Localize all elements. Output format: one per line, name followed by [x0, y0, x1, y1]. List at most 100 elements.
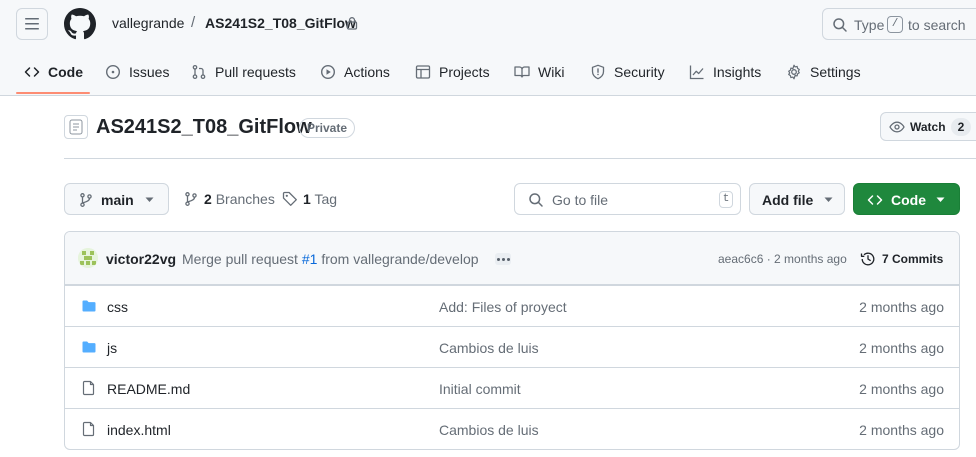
- tab-label: Security: [614, 64, 665, 80]
- commit-author[interactable]: victor22vg: [106, 251, 176, 267]
- tab-settings[interactable]: Settings: [786, 60, 861, 84]
- breadcrumb-separator: /: [191, 14, 196, 31]
- branch-icon: [185, 192, 197, 206]
- file-icon: [81, 421, 97, 437]
- search-hint-before: Type: [854, 17, 885, 33]
- commit-details-toggle[interactable]: [495, 253, 511, 265]
- branches-label: Branches: [215, 191, 275, 207]
- file-commit-message[interactable]: Initial commit: [439, 381, 521, 397]
- tab-projects[interactable]: Projects: [415, 60, 490, 84]
- breadcrumb-owner[interactable]: vallegrande: [112, 15, 184, 31]
- tab-label: Wiki: [538, 64, 565, 80]
- watch-label: Watch: [910, 120, 946, 134]
- table-icon: [415, 65, 431, 79]
- global-search-input[interactable]: Type / to search: [822, 8, 976, 40]
- tab-insights[interactable]: Insights: [689, 60, 761, 84]
- add-file-label: Add file: [762, 192, 814, 208]
- tab-label: Code: [48, 64, 83, 80]
- code-button[interactable]: Code: [853, 183, 960, 215]
- commits-link[interactable]: 7 Commits: [860, 251, 943, 267]
- tab-code[interactable]: Code: [24, 60, 83, 84]
- avatar[interactable]: [78, 248, 98, 268]
- chevron-down-icon: [145, 197, 154, 203]
- watch-count: 2: [951, 118, 971, 136]
- file-row[interactable]: js Cambios de luis 2 months ago: [65, 326, 959, 367]
- file-age: 2 months ago: [859, 299, 944, 315]
- code-icon: [24, 67, 40, 77]
- file-commit-message[interactable]: Cambios de luis: [439, 340, 539, 356]
- visibility-badge: Private: [299, 118, 356, 138]
- file-row[interactable]: index.html Cambios de luis 2 months ago: [65, 408, 959, 449]
- file-name[interactable]: index.html: [107, 422, 171, 438]
- latest-commit-bar: victor22vg Merge pull request #1 from va…: [65, 232, 959, 285]
- tab-label: Pull requests: [215, 64, 296, 80]
- repo-avatar: [64, 115, 88, 139]
- tab-label: Projects: [439, 64, 490, 80]
- file-row[interactable]: README.md Initial commit 2 months ago: [65, 367, 959, 408]
- tab-wiki[interactable]: Wiki: [514, 60, 564, 84]
- breadcrumb-repo[interactable]: AS241S2_T08_GitFlow: [205, 15, 356, 31]
- tab-label: Settings: [810, 64, 861, 80]
- eye-icon: [889, 119, 905, 135]
- tab-pull-requests[interactable]: Pull requests: [191, 60, 296, 84]
- menu-button[interactable]: [16, 8, 48, 40]
- commits-count-label: 7 Commits: [882, 252, 944, 266]
- tags-link[interactable]: 1 Tag: [282, 191, 337, 207]
- issue-icon: [105, 64, 121, 80]
- branches-count: 2: [204, 191, 212, 207]
- watch-button[interactable]: Watch 2: [880, 112, 976, 141]
- shield-icon: [591, 64, 605, 80]
- go-to-file-shortcut: t: [719, 191, 733, 208]
- file-row[interactable]: css Add: Files of proyect 2 months ago: [65, 285, 959, 326]
- file-age: 2 months ago: [859, 340, 944, 356]
- tab-label: Insights: [713, 64, 762, 80]
- go-to-file-input[interactable]: Go to file t: [514, 183, 741, 215]
- tags-label: Tag: [314, 191, 338, 207]
- file-icon: [81, 380, 97, 396]
- hamburger-icon: [25, 18, 39, 30]
- branch-selector[interactable]: main: [64, 183, 169, 215]
- file-name[interactable]: js: [107, 340, 117, 356]
- add-file-button[interactable]: Add file: [749, 183, 845, 215]
- commit-message-end: from vallegrande/develop: [321, 251, 479, 267]
- book-icon: [514, 66, 530, 78]
- gear-icon: [788, 64, 800, 80]
- search-icon: [528, 192, 544, 208]
- tab-label: Actions: [344, 64, 390, 80]
- search-hint-after: to search: [908, 17, 966, 33]
- chevron-down-icon: [936, 197, 945, 203]
- tag-icon: [282, 191, 297, 206]
- file-commit-message[interactable]: Add: Files of proyect: [439, 299, 567, 315]
- tab-issues[interactable]: Issues: [105, 60, 169, 84]
- chevron-down-icon: [824, 197, 833, 203]
- history-icon: [860, 252, 875, 266]
- pull-request-icon: [192, 64, 206, 80]
- tab-label: Issues: [129, 64, 170, 80]
- file-age: 2 months ago: [859, 381, 944, 397]
- file-commit-message[interactable]: Cambios de luis: [439, 422, 539, 438]
- divider: [64, 158, 976, 159]
- app-header: vallegrande / AS241S2_T08_GitFlow Type /…: [0, 0, 976, 96]
- file-name[interactable]: README.md: [107, 381, 190, 397]
- github-logo-icon[interactable]: [64, 8, 96, 40]
- branch-name: main: [101, 192, 134, 208]
- commit-message-start: Merge pull request: [182, 251, 298, 267]
- play-icon: [320, 64, 336, 80]
- tab-actions[interactable]: Actions: [320, 60, 390, 84]
- file-table: victor22vg Merge pull request #1 from va…: [64, 231, 960, 450]
- code-button-label: Code: [891, 192, 926, 208]
- commit-message[interactable]: Merge pull request #1 from vallegrande/d…: [182, 251, 479, 267]
- commit-hash-age[interactable]: aeac6c6 · 2 months ago: [718, 252, 847, 266]
- branch-icon: [78, 192, 94, 208]
- branches-link[interactable]: 2 Branches: [183, 191, 275, 207]
- repo-title[interactable]: AS241S2_T08_GitFlow: [96, 116, 312, 139]
- file-name[interactable]: css: [107, 299, 128, 315]
- pr-link[interactable]: #1: [302, 251, 318, 267]
- go-to-file-placeholder: Go to file: [552, 192, 609, 208]
- tags-count: 1: [303, 191, 311, 207]
- lock-icon: [346, 16, 358, 30]
- tab-security[interactable]: Security: [590, 60, 665, 84]
- search-icon: [832, 17, 848, 33]
- file-age: 2 months ago: [859, 422, 944, 438]
- folder-icon: [81, 339, 97, 355]
